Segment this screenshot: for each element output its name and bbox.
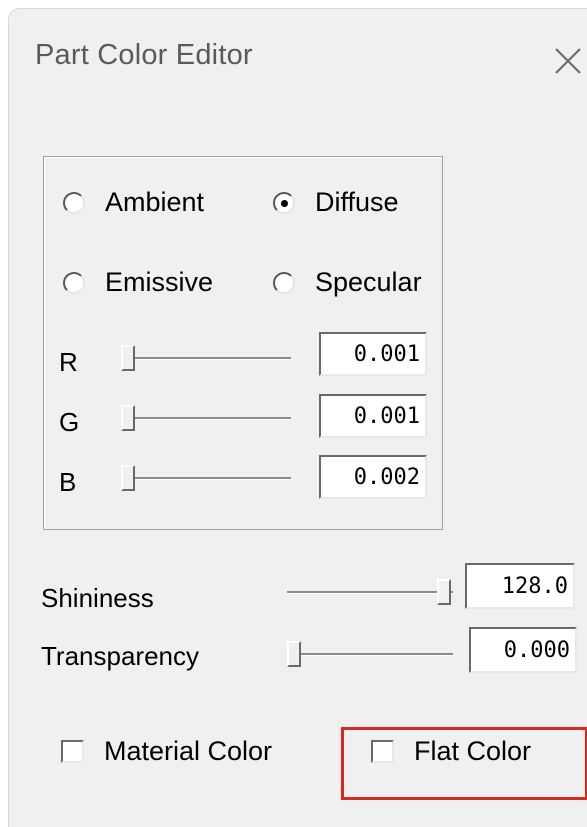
radio-emissive-label: Emissive [105, 267, 214, 297]
shininess-slider[interactable] [283, 579, 455, 605]
radio-diffuse-indicator[interactable] [273, 191, 295, 214]
radio-specular-indicator[interactable] [273, 271, 295, 294]
shininess-slider-thumb[interactable] [437, 579, 451, 605]
channel-r-slider-thumb[interactable] [121, 345, 136, 371]
material-color-checkbox-label: Material Color [104, 736, 273, 766]
radio-specular-label: Specular [315, 267, 422, 297]
channel-r-slider[interactable] [117, 345, 293, 371]
radio-emissive[interactable]: Emissive [63, 267, 213, 298]
transparency-value-input[interactable]: 0.000 [469, 627, 577, 673]
part-color-editor-dialog: Part Color Editor Ambient Diffuse Emissi… [8, 8, 587, 827]
channel-b-slider-thumb[interactable] [121, 465, 136, 491]
channel-g-slider[interactable] [117, 405, 293, 431]
radio-ambient-label: Ambient [105, 187, 205, 217]
radio-ambient-indicator[interactable] [63, 191, 85, 214]
shininess-value-input[interactable]: 128.0 [465, 563, 575, 609]
radio-diffuse-label: Diffuse [315, 187, 399, 217]
channel-r-label: R [59, 347, 78, 377]
channel-r-value-input[interactable]: 0.001 [319, 332, 427, 376]
transparency-label: Transparency [41, 641, 199, 671]
close-icon[interactable] [552, 45, 584, 77]
channel-g-label: G [59, 407, 80, 437]
radio-specular[interactable]: Specular [273, 267, 422, 298]
transparency-slider-track [287, 653, 453, 656]
radio-emissive-indicator[interactable] [63, 271, 85, 294]
flat-color-highlight-box [341, 727, 587, 800]
dialog-title: Part Color Editor [35, 39, 253, 71]
channel-g-slider-thumb[interactable] [121, 405, 136, 431]
material-color-checkbox-box[interactable] [61, 740, 84, 763]
channel-g-slider-track [121, 417, 291, 420]
shininess-label: Shininess [41, 583, 154, 613]
transparency-slider[interactable] [283, 641, 455, 667]
material-color-checkbox[interactable]: Material Color [61, 736, 272, 767]
channel-b-slider[interactable] [117, 465, 293, 491]
radio-diffuse[interactable]: Diffuse [273, 187, 399, 218]
channel-b-value-input[interactable]: 0.002 [319, 455, 427, 499]
channel-r-slider-track [121, 357, 291, 360]
transparency-slider-thumb[interactable] [287, 641, 301, 667]
channel-g-value-input[interactable]: 0.001 [319, 394, 427, 438]
channel-b-slider-track [121, 477, 291, 480]
radio-ambient[interactable]: Ambient [63, 187, 204, 218]
shininess-slider-track [287, 591, 453, 594]
channel-b-label: B [59, 467, 77, 497]
